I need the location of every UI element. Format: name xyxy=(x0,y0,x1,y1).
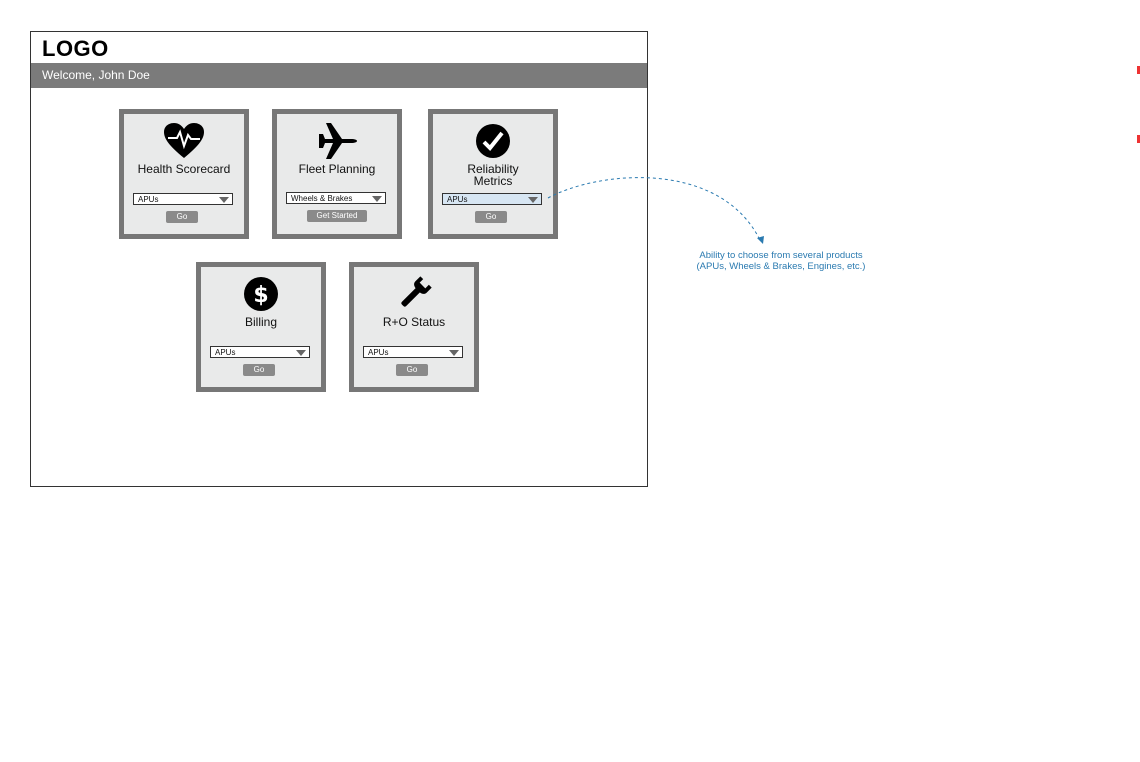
annotation-note: Ability to choose from several products … xyxy=(684,250,878,272)
annotation-line1: Ability to choose from several products xyxy=(699,250,863,261)
annotation-connector xyxy=(547,177,764,244)
annotation-line2: (APUs, Wheels & Brakes, Engines, etc.) xyxy=(696,261,866,272)
